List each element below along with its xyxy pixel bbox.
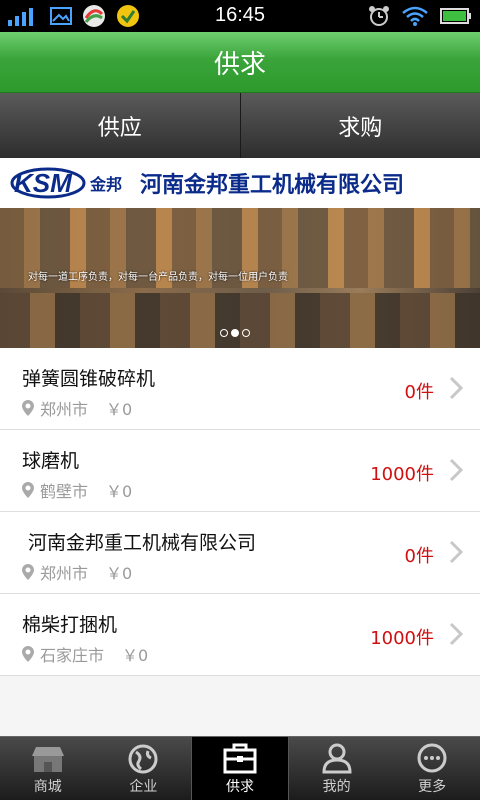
- item-city: 石家庄市: [40, 646, 105, 665]
- tab-purchase[interactable]: 求购: [241, 93, 480, 158]
- item-count: 0件: [404, 382, 434, 403]
- chevron-right-icon: [449, 540, 464, 564]
- location-pin-icon: [22, 564, 34, 580]
- nav-label: 我的: [322, 779, 351, 795]
- person-icon: [322, 743, 352, 774]
- carousel-indicator: [220, 329, 250, 337]
- list-empty-area: [0, 676, 480, 736]
- banner-slogan: 对每一道工序负责，对每一台产品负责，对每一位用户负责: [28, 272, 288, 283]
- item-price: ￥0: [106, 482, 133, 501]
- page-header: 供求: [0, 32, 480, 93]
- item-meta: 石家庄市 ￥0: [22, 642, 148, 666]
- tab-supply[interactable]: 供应: [0, 93, 241, 158]
- item-price: ￥0: [106, 564, 133, 583]
- supply-demand-list: 弹簧圆锥破碎机 郑州市 ￥0 0件 球磨机 鹤壁市 ￥0 1000件 河南金邦重…: [0, 348, 480, 676]
- item-city: 郑州市: [40, 400, 89, 419]
- location-pin-icon: [22, 400, 34, 416]
- list-item[interactable]: 球磨机 鹤壁市 ￥0 1000件: [0, 430, 480, 512]
- item-name: 弹簧圆锥破碎机: [22, 368, 156, 390]
- nav-label: 企业: [129, 779, 158, 795]
- item-price: ￥0: [106, 400, 133, 419]
- briefcase-icon: [223, 743, 257, 774]
- nav-enterprise[interactable]: 企业: [96, 737, 192, 800]
- item-city: 鹤壁市: [40, 482, 89, 501]
- nav-supply-demand[interactable]: 供求: [191, 737, 289, 800]
- item-name: 河南金邦重工机械有限公司: [22, 532, 257, 554]
- list-item[interactable]: 棉柴打捆机 石家庄市 ￥0 1000件: [0, 594, 480, 676]
- list-item[interactable]: 河南金邦重工机械有限公司 郑州市 ￥0 0件: [0, 512, 480, 594]
- banner-carousel[interactable]: KSM 金邦 河南金邦重工机械有限公司 对每一道工序负责，对每一台产品负责，对每…: [0, 158, 480, 348]
- company-logo: KSM 金邦: [10, 167, 122, 199]
- tab-label: 供应: [97, 115, 142, 141]
- nav-label: 商城: [33, 779, 62, 795]
- battery-icon: [440, 8, 471, 24]
- item-count: 1000件: [370, 628, 434, 649]
- location-pin-icon: [22, 482, 34, 498]
- location-pin-icon: [22, 646, 34, 662]
- item-name: 棉柴打捆机: [22, 614, 118, 636]
- nav-label: 供求: [225, 779, 254, 795]
- item-city: 郑州市: [40, 564, 89, 583]
- company-name: 河南金邦重工机械有限公司: [140, 173, 405, 198]
- svg-text:金邦: 金邦: [89, 175, 122, 194]
- bottom-nav: 商城 企业 供求 我的 更多: [0, 736, 480, 800]
- more-icon: [417, 743, 447, 773]
- list-item[interactable]: 弹簧圆锥破碎机 郑州市 ￥0 0件: [0, 348, 480, 430]
- item-name: 球磨机: [22, 450, 80, 472]
- banner-header: KSM 金邦 河南金邦重工机械有限公司: [0, 158, 480, 208]
- chevron-right-icon: [449, 622, 464, 646]
- item-meta: 鹤壁市 ￥0: [22, 478, 132, 502]
- status-bar: 16:45: [0, 0, 480, 32]
- item-price: ￥0: [122, 646, 149, 665]
- item-meta: 郑州市 ￥0: [22, 396, 132, 420]
- nav-mine[interactable]: 我的: [289, 737, 385, 800]
- nav-more[interactable]: 更多: [384, 737, 480, 800]
- chevron-right-icon: [449, 458, 464, 482]
- svg-text:KSM: KSM: [14, 168, 73, 198]
- item-meta: 郑州市 ￥0: [22, 560, 132, 584]
- nav-shop[interactable]: 商城: [0, 737, 96, 800]
- alarm-icon: [369, 6, 389, 26]
- nav-label: 更多: [418, 779, 447, 795]
- tab-bar: 供应 求购: [0, 93, 480, 158]
- tab-label: 求购: [338, 115, 383, 141]
- wifi-icon: [402, 6, 428, 26]
- carousel-dot[interactable]: [220, 329, 228, 337]
- factory-photo: 对每一道工序负责，对每一台产品负责，对每一位用户负责: [0, 208, 480, 348]
- page-title: 供求: [213, 49, 266, 80]
- chevron-right-icon: [449, 376, 464, 400]
- carousel-dot-active[interactable]: [231, 329, 239, 337]
- item-count: 1000件: [370, 464, 434, 485]
- globe-icon: [128, 744, 158, 774]
- shop-icon: [31, 747, 64, 772]
- carousel-dot[interactable]: [242, 329, 250, 337]
- item-count: 0件: [404, 546, 434, 567]
